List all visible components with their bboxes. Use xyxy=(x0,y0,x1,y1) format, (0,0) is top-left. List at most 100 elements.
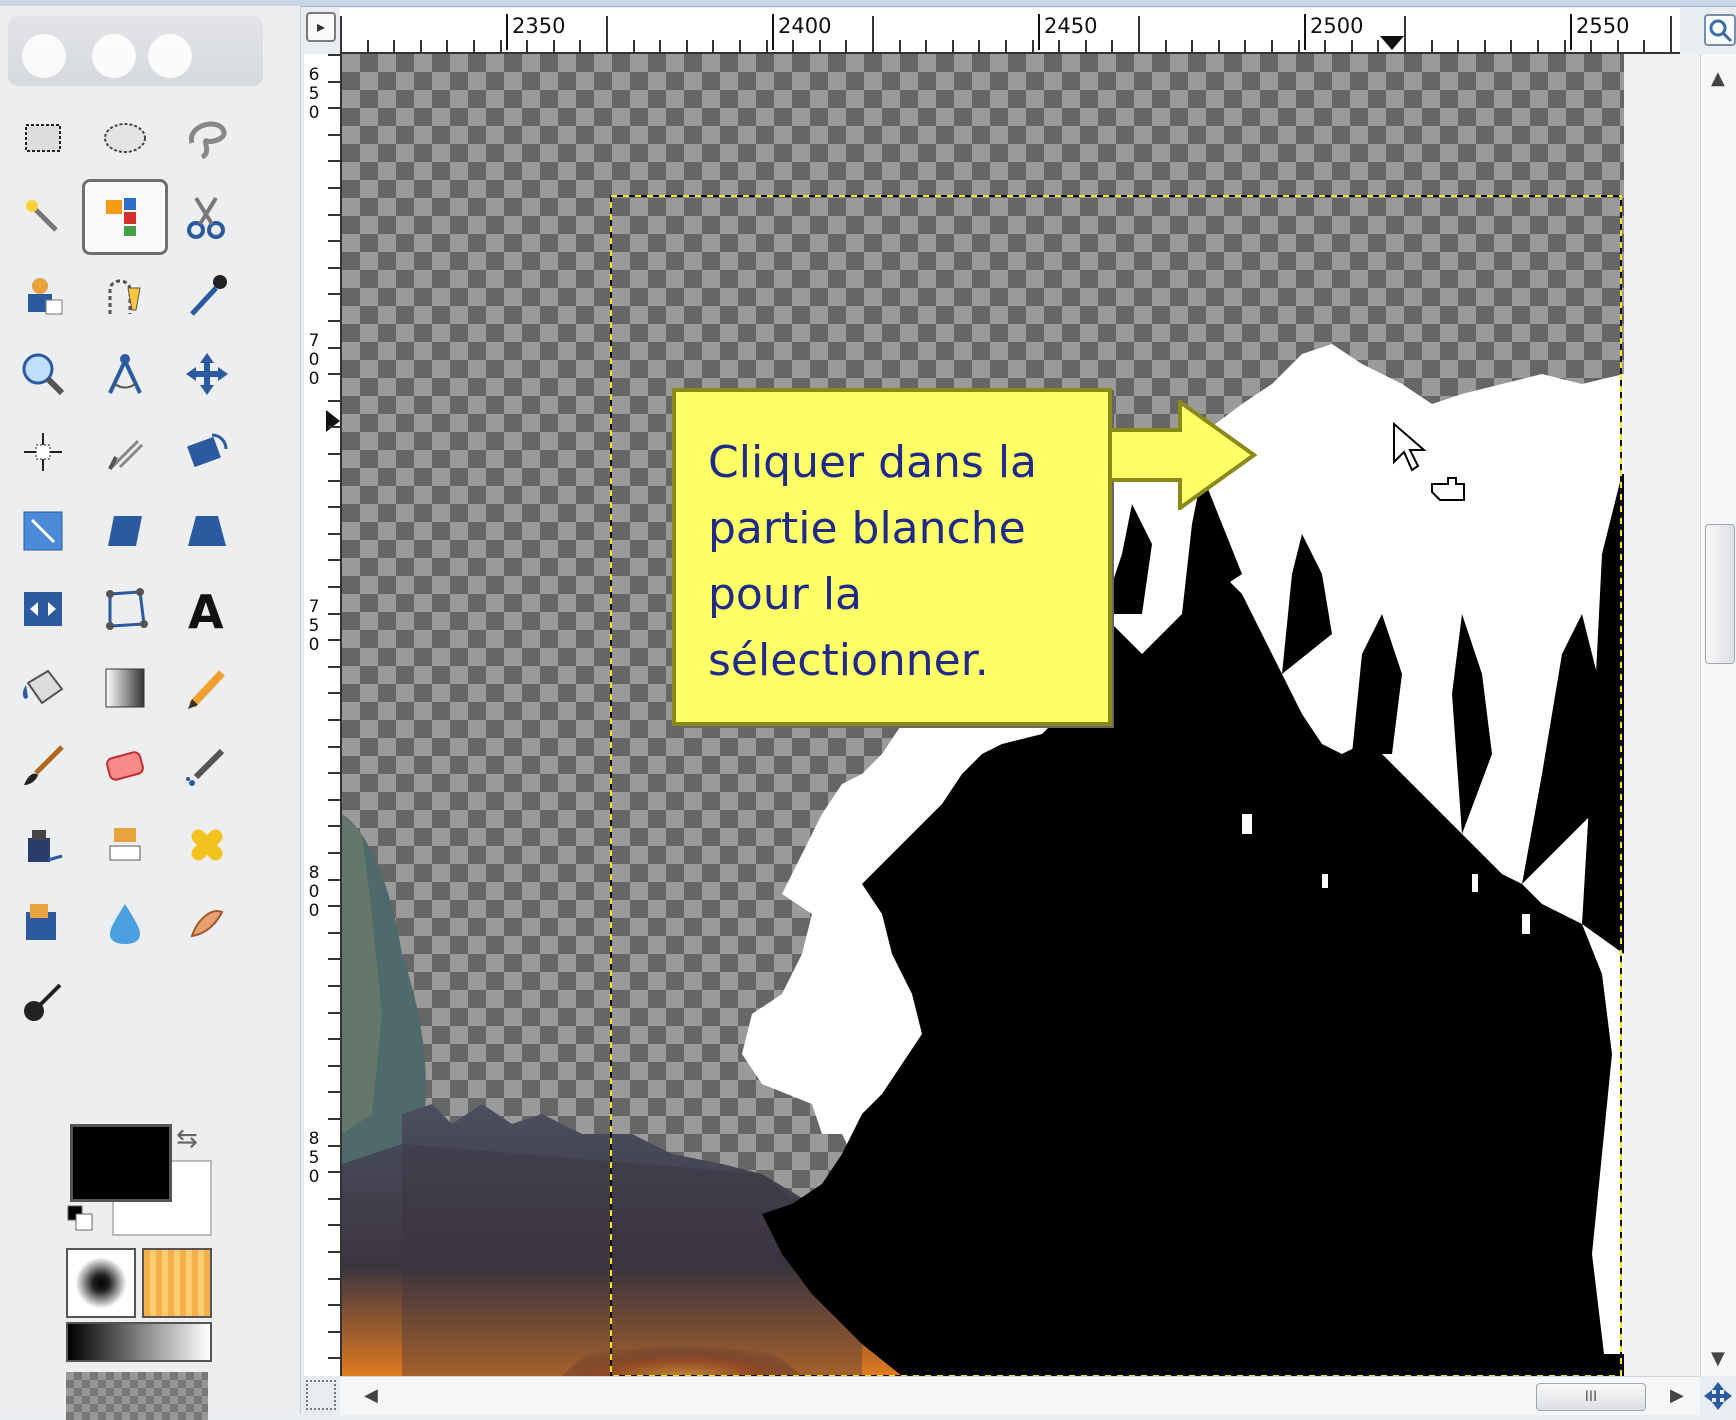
ruler-tick xyxy=(1457,40,1460,52)
perspective-tool-button[interactable] xyxy=(164,493,250,569)
ruler-tick xyxy=(1537,40,1539,52)
perspective-clone-tool-button[interactable] xyxy=(0,885,86,961)
ruler-tick xyxy=(712,40,715,52)
ruler-tick xyxy=(328,852,340,854)
bucket-fill-tool-button[interactable] xyxy=(0,650,86,726)
ruler-tick xyxy=(340,16,342,52)
ruler-tick xyxy=(765,40,768,52)
zoom-toggle-button[interactable] xyxy=(1704,14,1736,46)
horizontal-scrollbar[interactable]: ◀ III ▶ xyxy=(340,1376,1700,1415)
paintbrush-tool-button[interactable] xyxy=(0,728,86,804)
align-tool-button[interactable] xyxy=(0,414,86,490)
flip-tool-button[interactable] xyxy=(0,571,86,647)
ruler-tick xyxy=(925,40,928,52)
smudge-tool-button[interactable] xyxy=(164,885,250,961)
ruler-tick xyxy=(328,958,340,961)
ruler-tick xyxy=(1164,40,1167,52)
ruler-label: 2550 xyxy=(1570,14,1629,50)
ruler-tick xyxy=(328,1277,340,1280)
horizontal-ruler[interactable]: 2350 2400 2450 2500 2550 xyxy=(340,8,1680,54)
smudge-icon xyxy=(182,898,232,948)
fuzzy-select-tool-button[interactable] xyxy=(0,179,86,255)
rotate-tool-button[interactable] xyxy=(164,414,250,490)
pattern-preview[interactable] xyxy=(142,1248,212,1318)
gradient-preview[interactable] xyxy=(66,1322,212,1362)
pencil-tool-button[interactable] xyxy=(164,650,250,726)
ruler-tick xyxy=(898,40,901,52)
blend-tool-button[interactable] xyxy=(82,650,168,726)
ruler-tick xyxy=(328,905,340,908)
scroll-up-arrow-icon[interactable]: ▲ xyxy=(1711,68,1725,89)
ruler-tick xyxy=(419,40,422,52)
ellipse-select-tool-button[interactable] xyxy=(82,100,168,176)
ruler-tick xyxy=(328,772,340,775)
airbrush-tool-button[interactable] xyxy=(164,728,250,804)
heal-tool-button[interactable] xyxy=(164,807,250,883)
shear-tool-button[interactable] xyxy=(82,493,168,569)
pointer-position-marker-vertical xyxy=(326,410,340,432)
clone-icon xyxy=(100,820,150,870)
ruler-tick xyxy=(978,40,981,52)
navigate-corner-button[interactable] xyxy=(306,1380,336,1410)
text-tool-button[interactable]: A xyxy=(164,571,250,647)
brush-preview[interactable] xyxy=(66,1248,136,1318)
zoom-tool-button[interactable] xyxy=(0,336,86,412)
scroll-right-arrow-icon[interactable]: ▶ xyxy=(1670,1385,1684,1406)
ruler-tick xyxy=(1138,16,1140,52)
cage-tool-button[interactable] xyxy=(82,571,168,647)
scale-tool-button[interactable] xyxy=(0,493,86,569)
ruler-label: 2400 xyxy=(772,14,831,50)
quick-mask-toggle-button[interactable]: ▸ xyxy=(306,12,336,42)
ruler-tick xyxy=(1510,40,1513,52)
default-colors-icon[interactable] xyxy=(66,1204,96,1234)
ruler-tick xyxy=(1297,40,1300,52)
measure-tool-button[interactable] xyxy=(82,336,168,412)
ink-tool-button[interactable] xyxy=(0,807,86,883)
perspective-icon xyxy=(182,506,232,556)
vertical-scrollbar[interactable]: ▲ ▼ xyxy=(1700,54,1736,1376)
ruler-tick xyxy=(328,1251,340,1253)
ruler-tick xyxy=(328,931,340,934)
ruler-tick xyxy=(328,54,340,56)
foreground-select-tool-button[interactable] xyxy=(0,257,86,333)
crop-tool-button[interactable] xyxy=(82,414,168,490)
ruler-tick xyxy=(739,40,741,52)
vertical-scroll-thumb[interactable] xyxy=(1705,524,1735,664)
blur-tool-button[interactable] xyxy=(82,885,168,961)
scissors-select-icon xyxy=(182,192,232,242)
navigate-image-icon[interactable] xyxy=(1702,1380,1734,1412)
clone-tool-button[interactable] xyxy=(82,807,168,883)
active-image-preview[interactable] xyxy=(66,1372,208,1420)
ruler-tick xyxy=(328,745,340,748)
rect-select-tool-button[interactable] xyxy=(0,100,86,176)
ruler-tick xyxy=(328,1224,340,1227)
ruler-tick xyxy=(1590,40,1593,52)
ellipse-select-icon xyxy=(100,113,150,163)
ruler-tick xyxy=(526,40,529,52)
foreground-color-swatch-top[interactable] xyxy=(70,1124,172,1202)
eraser-icon xyxy=(100,741,150,791)
paths-tool-button[interactable] xyxy=(82,257,168,333)
eraser-tool-button[interactable] xyxy=(82,728,168,804)
scissors-select-tool-button[interactable] xyxy=(164,179,250,255)
ruler-tick xyxy=(366,40,369,52)
ruler-tick xyxy=(328,1011,340,1014)
ruler-label: 700 xyxy=(308,331,320,389)
free-select-tool-button[interactable] xyxy=(164,100,250,176)
ruler-tick xyxy=(328,453,340,455)
free-select-icon xyxy=(182,113,232,163)
move-tool-button[interactable] xyxy=(164,336,250,412)
swap-colors-icon[interactable]: ⇆ xyxy=(176,1124,206,1154)
vertical-ruler[interactable]: 650 700 750 800 850 xyxy=(304,54,342,1376)
ruler-tick xyxy=(328,1357,340,1360)
ruler-tick xyxy=(951,40,954,52)
horizontal-scroll-thumb[interactable]: III xyxy=(1536,1383,1646,1411)
select-by-color-tool-button[interactable] xyxy=(82,178,168,255)
ruler-tick xyxy=(1244,40,1247,52)
scroll-down-arrow-icon[interactable]: ▼ xyxy=(1711,1348,1725,1369)
scroll-left-arrow-icon[interactable]: ◀ xyxy=(364,1385,378,1406)
dodge-burn-tool-button[interactable] xyxy=(0,964,86,1040)
ruler-tick xyxy=(579,40,582,52)
color-picker-tool-button[interactable] xyxy=(164,257,250,333)
ruler-label: 800 xyxy=(308,863,320,921)
